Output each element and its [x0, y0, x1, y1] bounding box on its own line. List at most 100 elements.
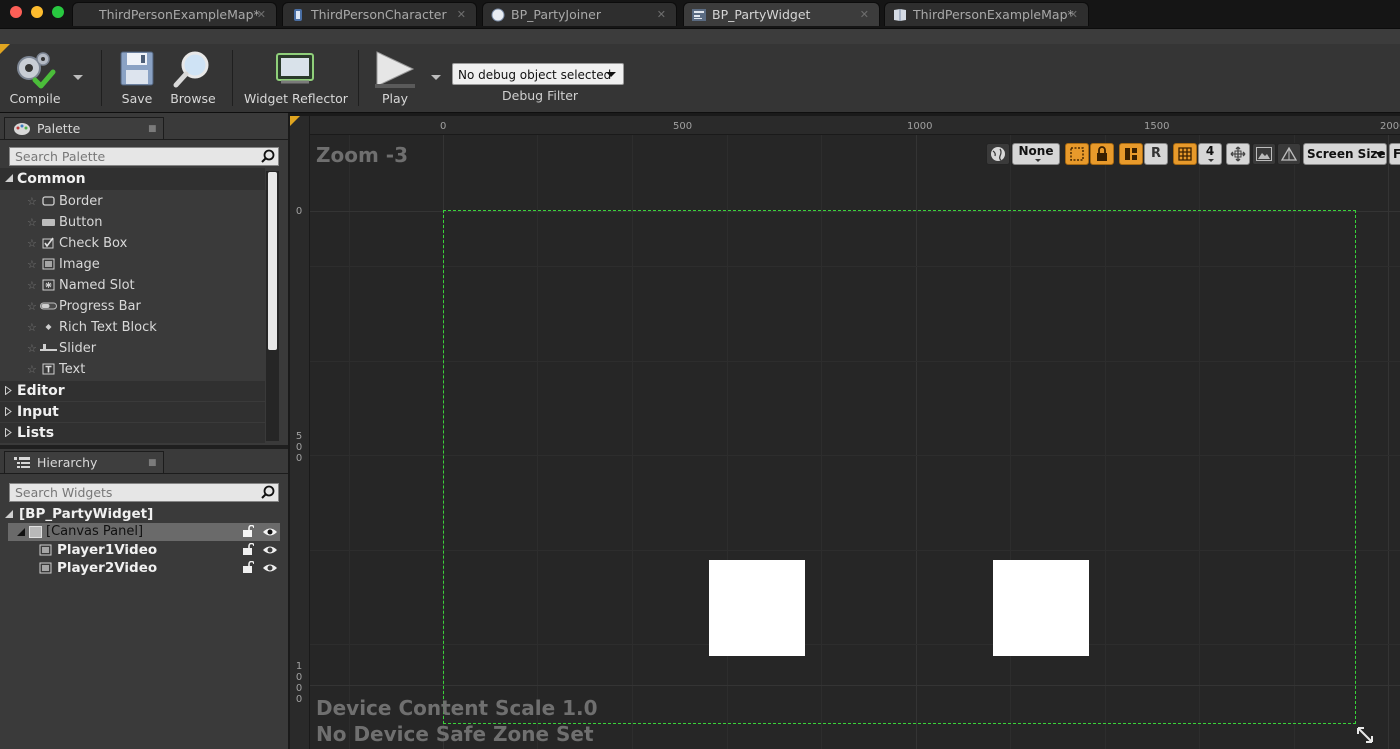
palette-divider: [0, 139, 288, 140]
favorite-star-icon[interactable]: ☆: [27, 212, 37, 233]
canvas-panel-bounds[interactable]: [443, 210, 1356, 724]
palette-search-input[interactable]: Search Palette: [9, 147, 279, 166]
debug-object-select[interactable]: No debug object selected: [452, 63, 624, 85]
grid-icon: [1178, 147, 1192, 161]
tab-bp-partyjoiner[interactable]: BP_PartyJoiner ✕: [482, 2, 677, 26]
globe-icon: [991, 147, 1005, 161]
text-widget-icon: [42, 363, 55, 375]
palette-item-progress-bar[interactable]: ☆ Progress Bar: [0, 296, 265, 317]
tab-bp-partywidget[interactable]: BP_PartyWidget ✕: [683, 2, 880, 26]
close-tab-icon[interactable]: ■: [148, 118, 157, 140]
ruler-label: 2000: [1380, 121, 1400, 132]
collapsed-arrow-icon: [5, 428, 12, 437]
minimize-window-button[interactable]: [31, 6, 43, 18]
unlock-icon[interactable]: [242, 543, 254, 555]
favorite-star-icon[interactable]: ☆: [27, 338, 37, 359]
widget-search-input[interactable]: Search Widgets: [9, 483, 279, 502]
resize-handle-icon[interactable]: [1356, 726, 1374, 744]
favorite-star-icon[interactable]: ☆: [27, 191, 37, 212]
background-image-button[interactable]: [1252, 143, 1276, 165]
favorite-star-icon[interactable]: ☆: [27, 317, 37, 338]
visibility-eye-icon[interactable]: [263, 527, 277, 537]
zoom-to-fit-button[interactable]: [1226, 143, 1250, 165]
tab-label: ThirdPersonExampleMap*: [99, 7, 260, 22]
favorite-star-icon[interactable]: ☆: [27, 296, 37, 317]
palette-item-label: Image: [59, 257, 100, 272]
localize-preview-button[interactable]: [986, 143, 1010, 165]
chevron-down-icon: [1208, 159, 1214, 162]
chevron-down-icon: [606, 72, 616, 77]
compile-options-button[interactable]: [73, 75, 83, 80]
lock-toggle-button[interactable]: [1090, 143, 1114, 165]
screen-size-dropdown[interactable]: Screen Size: [1303, 143, 1387, 165]
tab-thirdpersonexamplemap-1[interactable]: ThirdPersonExampleMap* ✕: [72, 2, 277, 26]
favorite-star-icon[interactable]: ☆: [27, 359, 37, 380]
visibility-eye-icon[interactable]: [263, 563, 277, 573]
respect-locks-button[interactable]: [1119, 143, 1143, 165]
debug-draw-button[interactable]: [1277, 143, 1301, 165]
unlock-icon[interactable]: [242, 525, 254, 537]
ruler-label: 500: [673, 121, 693, 132]
zoom-level: Zoom -3: [316, 143, 409, 167]
palette-item-named-slot[interactable]: ☆ Named Slot: [0, 275, 265, 296]
designer-viewport[interactable]: 0 500 1000 1500 2000 0 500 1000 Zoom -3 …: [290, 116, 1400, 749]
tab-label: ThirdPersonCharacter: [311, 7, 447, 22]
tab-label: BP_PartyWidget: [712, 7, 811, 22]
player1video-image[interactable]: [709, 560, 805, 656]
landscape-icon: [1256, 147, 1272, 161]
play-options-button[interactable]: [431, 75, 441, 80]
close-tab-icon[interactable]: ✕: [657, 3, 666, 27]
palette-tab[interactable]: Palette ■: [4, 117, 164, 139]
palette-item-text[interactable]: ☆ Text: [0, 359, 265, 380]
close-tab-icon[interactable]: ✕: [257, 3, 266, 27]
widget-blueprint-icon: [692, 9, 706, 21]
widget-reflector-button[interactable]: Widget Reflector: [244, 44, 348, 112]
tab-thirdpersonexamplemap-2[interactable]: ThirdPersonExampleMap* ✕: [884, 2, 1089, 26]
fill-mode-dropdown[interactable]: F: [1389, 143, 1400, 165]
compile-button[interactable]: Compile: [4, 44, 66, 112]
visibility-eye-icon[interactable]: [263, 545, 277, 555]
ruler-label: 0: [295, 206, 303, 217]
hierarchy-row-player1video[interactable]: Player1Video: [39, 541, 280, 559]
browse-button[interactable]: Browse: [167, 44, 219, 112]
favorite-star-icon[interactable]: ☆: [27, 233, 37, 254]
close-tab-icon[interactable]: ■: [148, 452, 157, 474]
hierarchy-tab[interactable]: Hierarchy ■: [4, 451, 164, 473]
level-icon: [894, 9, 906, 21]
slider-widget-icon: [40, 344, 57, 351]
zoom-window-button[interactable]: [52, 6, 64, 18]
favorite-star-icon[interactable]: ☆: [27, 254, 37, 275]
palette-title: Palette: [37, 121, 81, 136]
close-tab-icon[interactable]: ✕: [457, 3, 466, 27]
outline-toggle-button[interactable]: [1065, 143, 1089, 165]
player2video-image[interactable]: [993, 560, 1089, 656]
favorite-star-icon[interactable]: ☆: [27, 275, 37, 296]
relative-toggle-button[interactable]: R: [1144, 143, 1168, 165]
corner-marker: [0, 44, 10, 54]
named-slot-widget-icon: [42, 279, 55, 291]
unlock-icon[interactable]: [242, 561, 254, 573]
palette-item-image[interactable]: ☆ Image: [0, 254, 265, 275]
tab-thirdpersoncharacter[interactable]: ThirdPersonCharacter ✕: [282, 2, 477, 26]
hierarchy-row-canvas-panel[interactable]: [Canvas Panel]: [8, 523, 280, 541]
close-tab-icon[interactable]: ✕: [860, 3, 869, 27]
palette-item-rich-text-block[interactable]: ☆ Rich Text Block: [0, 317, 265, 338]
palette-item-border[interactable]: ☆ Border: [0, 191, 265, 212]
close-tab-icon[interactable]: ✕: [1069, 3, 1078, 27]
play-button[interactable]: Play: [368, 44, 422, 112]
grid-snap-size-dropdown[interactable]: 4: [1198, 143, 1222, 165]
close-window-button[interactable]: [10, 6, 22, 18]
palette-item-check-box[interactable]: ☆ Check Box: [0, 233, 265, 254]
collapsed-arrow-icon: [5, 386, 12, 395]
dpi-preview-dropdown[interactable]: None: [1012, 143, 1060, 165]
widget-reflector-icon: [276, 53, 314, 84]
image-widget-icon: [39, 562, 52, 574]
palette-item-button[interactable]: ☆ Button: [0, 212, 265, 233]
palette-item-slider[interactable]: ☆ Slider: [0, 338, 265, 359]
hierarchy-row-player2video[interactable]: Player2Video: [39, 559, 280, 577]
grid-snap-toggle-button[interactable]: [1173, 143, 1197, 165]
palette-scrollbar-thumb[interactable]: [268, 172, 277, 350]
save-button[interactable]: Save: [114, 44, 160, 112]
widget-search-placeholder: Search Widgets: [15, 485, 113, 500]
chevron-down-icon: [431, 75, 441, 80]
